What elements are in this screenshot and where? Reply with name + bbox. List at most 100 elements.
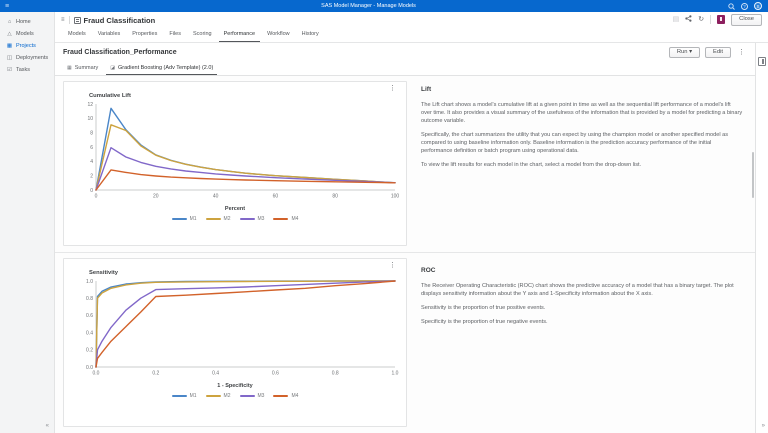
- legend-item[interactable]: M4: [273, 393, 298, 399]
- lift-legend[interactable]: M1 M2 M3 M4: [72, 216, 398, 222]
- tab-gradient-boosting[interactable]: ◪ Gradient Boosting (Adv Template) (2.0): [106, 63, 218, 75]
- svg-text:4: 4: [90, 159, 93, 165]
- legend-swatch: [273, 218, 289, 220]
- history-badge-icon[interactable]: [717, 15, 726, 25]
- main-content: ≡ Fraud Classification ▤ ↻ Close Models: [55, 12, 768, 433]
- legend-label: M1: [189, 393, 197, 399]
- svg-text:0: 0: [90, 188, 93, 194]
- sidebar-item-models[interactable]: △ Models: [0, 28, 54, 40]
- tab-models[interactable]: Models: [63, 28, 91, 42]
- panel-toggle-icon[interactable]: [758, 57, 766, 66]
- tab-workflow[interactable]: Workflow: [262, 28, 295, 42]
- tasks-icon: ☑: [7, 67, 12, 73]
- tab-history[interactable]: History: [297, 28, 324, 42]
- close-button[interactable]: Close: [731, 14, 762, 26]
- performance-header: Fraud Classification_Performance Run ▾ E…: [55, 43, 755, 62]
- lift-chart[interactable]: 0 2 4 6 8 10 12 0 20 40 60 80 100: [72, 99, 402, 205]
- svg-text:20: 20: [153, 194, 159, 200]
- legend-label: M4: [291, 216, 299, 222]
- legend-swatch: [205, 218, 221, 220]
- properties-icon: ▤: [672, 16, 680, 24]
- svg-text:12: 12: [87, 102, 93, 108]
- run-button[interactable]: Run ▾: [668, 46, 700, 59]
- roc-description-panel: ROC The Receiver Operating Characteristi…: [411, 253, 755, 433]
- sidebar-collapse-icon[interactable]: «: [46, 423, 49, 429]
- legend-label: M3: [257, 393, 265, 399]
- lift-description-panel: Lift The Lift chart shows a model's cumu…: [411, 76, 755, 252]
- sidebar-item-label: Models: [16, 31, 34, 37]
- help-icon[interactable]: ?: [741, 2, 748, 10]
- list-icon[interactable]: ≡: [61, 17, 65, 23]
- legend-item[interactable]: M1: [171, 393, 197, 399]
- more-options-icon[interactable]: ⋮: [736, 48, 747, 56]
- svg-text:0.2: 0.2: [86, 348, 93, 354]
- edit-button[interactable]: Edit: [705, 46, 731, 59]
- lift-section: ⋮ Cumulative Lift 0 2 4 6 8 10 12 0 20 40 60 80 100 …: [55, 76, 755, 252]
- svg-text:6: 6: [90, 145, 93, 151]
- legend-item[interactable]: M2: [205, 216, 231, 222]
- lift-chart-card: ⋮ Cumulative Lift 0 2 4 6 8 10 12 0 20 40 60 80 100 …: [63, 81, 407, 246]
- header-separator: [710, 15, 712, 25]
- svg-text:80: 80: [332, 194, 338, 200]
- svg-text:60: 60: [273, 194, 279, 200]
- legend-item[interactable]: M1: [171, 216, 197, 222]
- sidebar-item-deployments[interactable]: ◫ Deployments: [0, 52, 54, 64]
- roc-legend[interactable]: M1 M2 M3 M4: [72, 393, 398, 399]
- home-icon: ⌂: [7, 19, 12, 25]
- sidebar-item-projects[interactable]: ▦ Projects: [0, 40, 54, 52]
- rail-collapse-icon[interactable]: »: [762, 423, 765, 429]
- legend-swatch: [239, 395, 255, 397]
- legend-swatch: [205, 395, 221, 397]
- model-tab-label: Gradient Boosting (Adv Template) (2.0): [118, 65, 214, 71]
- sidebar: ⌂ Home △ Models ▦ Projects ◫ Deployments…: [0, 12, 55, 433]
- legend-item[interactable]: M4: [273, 216, 298, 222]
- roc-paragraph: Specificity is the proportion of true ne…: [421, 319, 548, 325]
- legend-item[interactable]: M2: [205, 393, 231, 399]
- roc-chart[interactable]: 0.00.20.40.60.81.00.0 0.2 0.4 0.6 0.8 1.0: [72, 276, 402, 382]
- chart-menu-icon[interactable]: ⋮: [387, 84, 398, 93]
- svg-text:40: 40: [213, 194, 219, 200]
- tab-properties[interactable]: Properties: [127, 28, 162, 42]
- object-tabbar: Models Variables Properties Files Scorin…: [55, 28, 768, 43]
- share-icon[interactable]: [685, 15, 692, 24]
- legend-label: M4: [291, 393, 299, 399]
- scrollbar-thumb[interactable]: [752, 152, 754, 198]
- roc-paragraph: Sensitivity is the proportion of true po…: [421, 305, 546, 311]
- legend-label: M3: [257, 216, 265, 222]
- app-window: ≡ SAS Model Manager - Manage Models ? S …: [0, 0, 768, 433]
- svg-text:0.6: 0.6: [86, 313, 93, 319]
- refresh-icon[interactable]: ↻: [698, 16, 704, 23]
- tab-variables[interactable]: Variables: [93, 28, 126, 42]
- svg-text:0.8: 0.8: [86, 296, 93, 302]
- roc-paragraph: The Receiver Operating Characteristic (R…: [421, 283, 734, 297]
- svg-text:2: 2: [90, 174, 93, 180]
- svg-text:0.4: 0.4: [212, 371, 219, 377]
- svg-text:0.0: 0.0: [93, 371, 100, 377]
- projects-icon: ▦: [6, 43, 13, 49]
- object-header: ≡ Fraud Classification ▤ ↻ Close: [55, 12, 768, 28]
- tab-files[interactable]: Files: [164, 28, 186, 42]
- legend-swatch: [239, 218, 255, 220]
- avatar[interactable]: S: [754, 2, 762, 10]
- legend-swatch: [171, 218, 187, 220]
- svg-text:0.6: 0.6: [272, 371, 279, 377]
- model-tab-label: Summary: [74, 65, 99, 71]
- tab-summary[interactable]: ▦ Summary: [63, 63, 102, 75]
- tab-performance[interactable]: Performance: [218, 28, 261, 42]
- summary-tab-icon: ▦: [67, 65, 72, 71]
- svg-text:0.2: 0.2: [152, 371, 159, 377]
- legend-item[interactable]: M3: [239, 393, 265, 399]
- lift-paragraph: The Lift chart shows a model's cumulativ…: [421, 102, 743, 124]
- chart-menu-icon[interactable]: ⋮: [387, 261, 398, 270]
- sidebar-item-home[interactable]: ⌂ Home: [0, 16, 54, 28]
- model-tab-icon: ◪: [110, 65, 115, 71]
- deployments-icon: ◫: [6, 55, 13, 61]
- sidebar-item-label: Projects: [16, 43, 36, 49]
- performance-sections[interactable]: ⋮ Cumulative Lift 0 2 4 6 8 10 12 0 20 40 60 80 100 …: [55, 76, 755, 433]
- sidebar-item-tasks[interactable]: ☑ Tasks: [0, 64, 54, 76]
- tab-scoring[interactable]: Scoring: [188, 28, 217, 42]
- legend-label: M2: [223, 216, 231, 222]
- svg-text:10: 10: [87, 116, 93, 122]
- legend-item[interactable]: M3: [239, 216, 265, 222]
- search-icon[interactable]: [728, 2, 735, 10]
